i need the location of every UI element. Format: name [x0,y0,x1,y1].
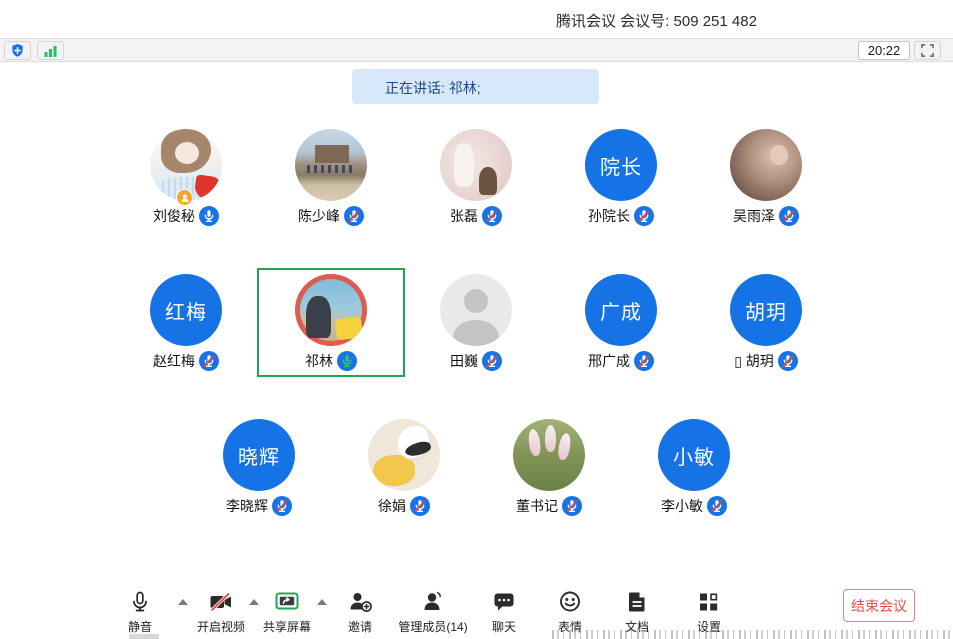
mic-muted-icon [482,351,502,371]
participant-tile[interactable]: 陈少峰 [257,123,405,232]
participant-tile[interactable]: 红梅 赵红梅 [112,268,260,377]
avatar [295,129,367,201]
avatar-initials: 院长 [600,151,642,180]
mic-muted-icon [634,351,654,371]
avatar-initials: 胡玥 [745,296,787,325]
avatar-initials: 红梅 [165,296,207,325]
participant-name: 孙院长 [588,206,630,226]
participant-tile[interactable]: 院长 孙院长 [547,123,695,232]
participant-name: 刘俊秘 [153,206,195,226]
participant-name: 李晓辉 [226,496,268,516]
avatar-art [545,425,556,452]
avatar-art [557,432,573,460]
participant-name: ▯ 胡玥 [734,351,774,371]
participant-tile[interactable]: 广成 邢广成 [547,268,695,377]
settings-button[interactable]: 设置 [661,589,757,635]
mic-speaking-icon [337,351,357,371]
mic-muted-icon [272,496,292,516]
avatar-art [527,428,542,456]
avatar-initials: 小敏 [673,441,715,470]
security-shield-icon[interactable] [4,41,31,60]
avatar [368,419,440,491]
speaking-banner: 正在讲话: 祁林; [352,69,599,104]
avatar-initials: 广成 [600,296,642,325]
mic-muted-icon [779,206,799,226]
end-meeting-button[interactable]: 结束会议 [843,589,915,622]
avatar [440,129,512,201]
speaking-banner-text: 正在讲话: 祁林; [385,78,481,98]
participant-tile[interactable]: 晓辉 李晓辉 [185,413,333,522]
participant-tile[interactable]: 徐娟 [330,413,478,522]
mic-muted-icon [199,351,219,371]
participant-name: 祁林 [305,351,333,371]
participant-tile[interactable]: 胡玥 ▯ 胡玥 [692,268,840,377]
participant-name: 李小敏 [661,496,703,516]
clipped-text-strip [552,630,953,639]
avatar-initials: 晓辉 [238,441,280,470]
host-badge-icon [176,189,193,206]
mic-muted-icon [410,496,430,516]
meeting-duration: 20:22 [858,41,910,60]
participant-name: 赵红梅 [153,351,195,371]
avatar-placeholder [440,274,512,346]
mic-muted-icon [344,206,364,226]
participant-name: 吴雨泽 [733,206,775,226]
fullscreen-icon[interactable] [914,41,941,60]
participant-tile[interactable]: 张磊 [402,123,550,232]
avatar: 院长 [585,129,657,201]
avatar: 红梅 [150,274,222,346]
network-signal-icon[interactable] [37,41,64,60]
avatar [730,129,802,201]
mic-muted-icon [778,351,798,371]
avatar [295,274,367,346]
participant-name: 陈少峰 [298,206,340,226]
participant-name: 徐娟 [378,496,406,516]
avatar: 晓辉 [223,419,295,491]
mic-muted-icon [707,496,727,516]
mic-muted-icon [634,206,654,226]
participant-name: 张磊 [450,206,478,226]
participant-tile-selected[interactable]: 祁林 [257,268,405,377]
mic-muted-icon [562,496,582,516]
title-bar: 腾讯会议 会议号: 509 251 482 [0,0,953,38]
participant-tile[interactable]: 田巍 [402,268,550,377]
status-bar: 20:22 [0,38,953,62]
clipped-window-fragment [129,634,159,639]
participant-name: 邢广成 [588,351,630,371]
participant-tile[interactable]: 刘俊秘 [112,123,260,232]
participant-name: 田巍 [450,351,478,371]
participant-tile[interactable]: 董书记 [475,413,623,522]
mic-muted-icon [482,206,502,226]
avatar [513,419,585,491]
settings-grid-icon [661,589,757,616]
avatar: 广成 [585,274,657,346]
avatar: 小敏 [658,419,730,491]
mic-on-icon [199,206,219,226]
participant-name: 董书记 [516,496,558,516]
participant-tile[interactable]: 吴雨泽 [692,123,840,232]
meeting-window: 腾讯会议 会议号: 509 251 482 20:22 正在讲话: 祁林; 刘俊… [0,0,953,639]
meeting-title: 腾讯会议 会议号: 509 251 482 [556,10,757,31]
participant-tile[interactable]: 小敏 李小敏 [620,413,768,522]
avatar: 胡玥 [730,274,802,346]
